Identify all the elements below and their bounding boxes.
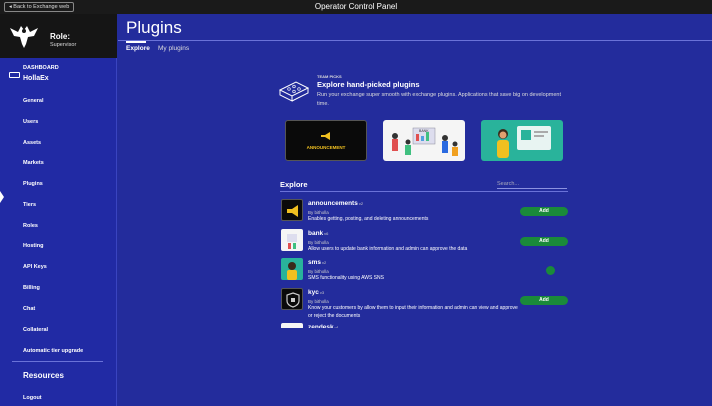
megaphone-icon [321,132,330,140]
dashboard-name[interactable]: HollaEx [23,75,49,82]
plugin-version: v3 [319,290,325,295]
shield-icon [286,292,300,308]
explore-divider [280,191,568,192]
plugin-version: v2 [322,260,327,265]
installed-check-icon [546,266,555,275]
plugin-list: announcementsv2 By bitholla Enables gett… [280,197,570,328]
list-item: smsv2 By bitholla SMS functionality usin… [280,256,570,286]
active-indicator [0,191,4,203]
sidebar-item-users[interactable]: Users [23,119,38,125]
role-label: Role: [50,32,70,41]
hero-title: Explore hand-picked plugins [317,80,420,89]
list-item: announcementsv2 By bitholla Enables gett… [280,197,570,227]
plugin-name[interactable]: announcementsv2 [308,200,363,207]
dashboard-label[interactable]: DASHBOARD [23,65,59,71]
bank-plugin-icon [281,229,303,251]
window-titlebar: ◂ Back to Exchange web Operator Control … [0,0,712,14]
plugin-author: By bitholla [308,240,329,245]
plugin-description: Know your customers by allow them to inp… [308,305,518,319]
bank-card[interactable]: BANK [383,120,465,161]
team-picks-eyebrow: TEAM PICKS [317,74,342,79]
plugin-description: SMS functionality using AWS SNS [308,275,384,281]
bank-illustration-icon: BANK [392,127,458,156]
role-panel: Role: Supervisor [0,14,117,58]
active-tab-underline [126,41,146,43]
header-divider [118,40,712,41]
eagle-logo-icon [10,26,38,48]
plugin-author: By bitholla [308,299,329,304]
plugin-version: v2 [358,201,364,206]
sidebar-item-billing[interactable]: Billing [23,285,40,291]
plugin-name-text: announcements [308,200,358,207]
list-item: zendeskv1 [280,321,570,328]
role-value: Supervisor [50,42,77,48]
plugin-name[interactable]: bankv6 [308,230,328,237]
add-button[interactable]: Add [520,296,568,305]
tab-explore[interactable]: Explore [126,45,150,52]
sms-plugin-icon [281,258,303,280]
sidebar-item-hosting[interactable]: Hosting [23,243,43,249]
sidebar-item-general[interactable]: General [23,98,43,104]
hero-description: Run your exchange super smooth with exch… [317,92,561,107]
person-phone-icon [287,262,297,280]
plugin-name-text: zendesk [308,324,334,328]
sidebar-item-markets[interactable]: Markets [23,160,44,166]
zendesk-plugin-icon [281,323,303,328]
plugin-name[interactable]: smsv2 [308,259,326,266]
plugin-brick-icon [278,81,310,102]
sidebar-item-assets[interactable]: Assets [23,140,41,146]
app-title: Operator Control Panel [314,2,398,11]
megaphone-icon [287,205,298,217]
page-title: Plugins [126,18,182,37]
kyc-plugin-icon [281,288,303,310]
plugin-name-text: kyc [308,289,319,296]
plugin-version: v1 [334,325,339,328]
logout-link[interactable]: Logout [23,395,42,401]
sidebar-item-roles[interactable]: Roles [23,223,38,229]
sidebar-item-collateral[interactable]: Collateral [23,327,48,333]
list-item: bankv6 By bitholla Allow users to update… [280,227,570,257]
list-item: kycv3 By bitholla Know your customers by… [280,286,570,319]
plugin-version: v6 [324,231,329,236]
resources-link[interactable]: Resources [23,371,64,380]
sidebar-item-automatic-tier-upgrade[interactable]: Automatic tier upgrade [23,348,83,354]
sidebar: Role: Supervisor DASHBOARD HollaEx Gener… [0,14,117,406]
sidebar-item-plugins[interactable]: Plugins [23,181,43,187]
add-button[interactable]: Add [520,237,568,246]
kyc-illustration-icon [497,126,551,158]
plugin-author: By bitholla [308,210,329,215]
plugin-description: Allow users to update bank information a… [308,246,468,252]
dashboard-icon [9,72,20,78]
plugin-name[interactable]: zendeskv1 [308,324,339,328]
sidebar-item-chat[interactable]: Chat [23,306,35,312]
plugin-author: By bitholla [308,269,329,274]
explore-heading: Explore [280,180,308,189]
tab-my-plugins[interactable]: My plugins [158,45,189,52]
kyc-card[interactable] [481,120,563,161]
announcement-card-label: ANNOUNCEMENT [306,145,346,150]
sidebar-item-api-keys[interactable]: API Keys [23,264,47,270]
plugin-name[interactable]: kycv3 [308,289,324,296]
plugin-name-text: bank [308,230,324,237]
plugin-name-text: sms [308,259,322,266]
plugin-description: Enables getting, posting, and deleting a… [308,216,429,222]
add-button[interactable]: Add [520,207,568,216]
sidebar-divider [12,361,103,362]
announcement-card[interactable]: ANNOUNCEMENT [285,120,367,161]
bank-illustration-icon [287,234,297,249]
search-input[interactable] [497,179,567,189]
announcements-plugin-icon [281,199,303,221]
sidebar-item-tiers[interactable]: Tiers [23,202,36,208]
